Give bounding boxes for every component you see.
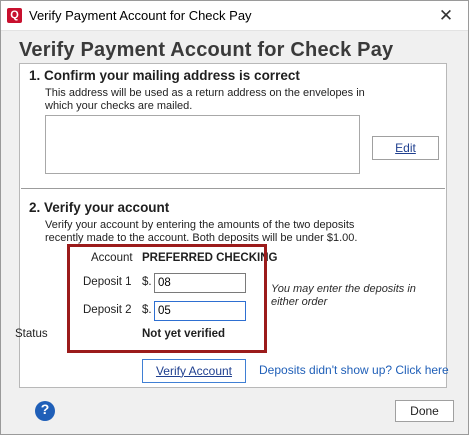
section1-description-line2: which your checks are mailed. (45, 100, 193, 112)
deposits-missing-link[interactable]: Deposits didn't show up? Click here (259, 363, 449, 377)
deposit-order-hint-line2: either order (271, 295, 328, 308)
window-title: Verify Payment Account for Check Pay (29, 8, 252, 23)
deposit-order-hint-line1: You may enter the deposits in (271, 283, 416, 295)
section2-heading: 2. Verify your account (29, 200, 170, 215)
help-icon[interactable]: ? (35, 401, 55, 421)
status-label: Status (15, 328, 48, 340)
section2-description-line2: recently made to the account. Both depos… (45, 232, 358, 244)
deposit-highlight-frame (67, 244, 267, 353)
section-divider (21, 188, 445, 189)
page-title: Verify Payment Account for Check Pay (19, 39, 394, 61)
section2-description-line1: Verify your account by entering the amou… (45, 219, 355, 231)
title-bar: Q Verify Payment Account for Check Pay ✕ (1, 1, 468, 31)
done-button[interactable]: Done (395, 400, 454, 422)
section1-description-line1: This address will be used as a return ad… (45, 87, 365, 99)
mailing-address-box (45, 115, 360, 174)
section1-heading: 1. Confirm your mailing address is corre… (29, 68, 300, 83)
dialog-window: Q Verify Payment Account for Check Pay ✕… (0, 0, 469, 435)
close-icon[interactable]: ✕ (424, 1, 468, 31)
quicken-app-icon: Q (7, 8, 22, 23)
deposit-order-hint: You may enter the deposits in either ord… (271, 283, 421, 308)
edit-address-button[interactable]: Edit (372, 136, 439, 160)
verify-account-button[interactable]: Verify Account (142, 359, 246, 383)
